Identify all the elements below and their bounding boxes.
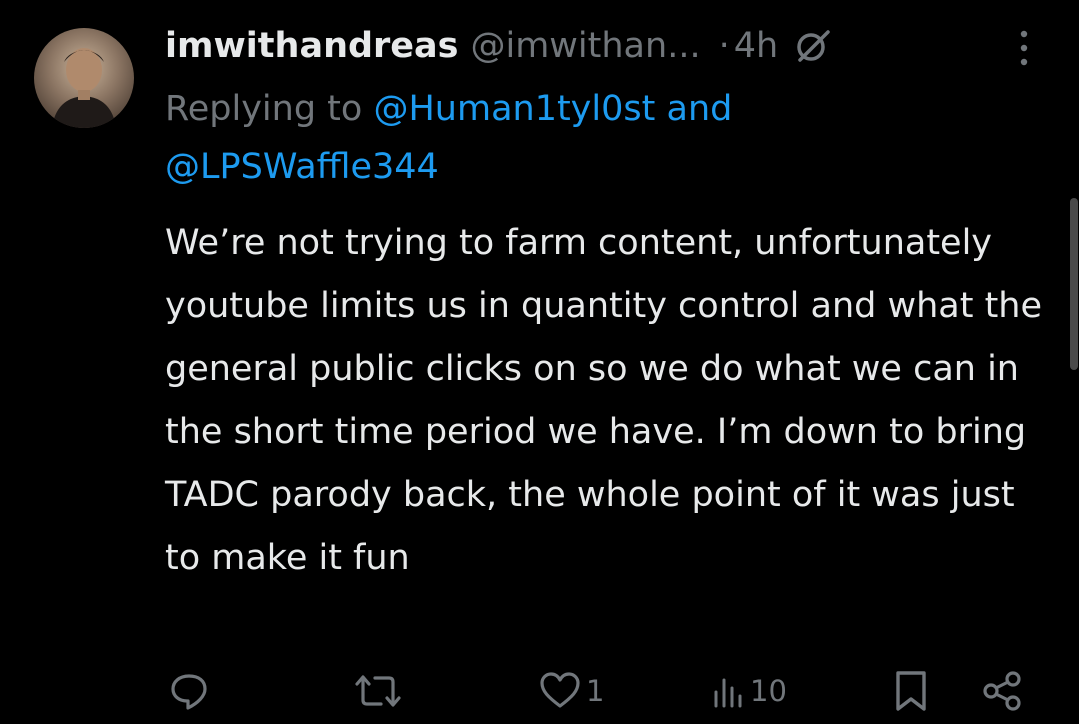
retweet-icon (355, 675, 401, 707)
avatar[interactable] (34, 28, 134, 128)
reply-button[interactable] (168, 668, 214, 714)
bookmark-icon (896, 671, 926, 711)
separator-dot: · (718, 26, 730, 66)
like-count: 1 (586, 674, 605, 708)
timestamp[interactable]: 4h (734, 18, 778, 74)
retweet-button[interactable] (355, 668, 405, 714)
mention-link-2[interactable]: @LPSWaffle344 (165, 147, 439, 187)
grok-icon[interactable] (792, 26, 832, 66)
share-button[interactable] (982, 668, 1024, 714)
scrollbar[interactable] (1070, 198, 1078, 370)
mention-joiner: and (666, 89, 733, 129)
avatar-photo (52, 48, 116, 128)
display-name[interactable]: imwithandreas (165, 18, 458, 74)
user-handle[interactable]: @imwithan... (470, 18, 700, 74)
views-button[interactable]: 10 (712, 668, 787, 714)
mention-link-1[interactable]: @Human1tyl0st (373, 89, 655, 129)
more-vertical-icon[interactable] (1012, 26, 1036, 70)
like-button[interactable]: 1 (538, 668, 604, 714)
tweet-header: imwithandreas @imwithan... · 4h (165, 18, 832, 74)
heart-icon (540, 672, 580, 708)
replying-to-label: Replying to (165, 89, 363, 129)
replying-to-line: Replying to @Human1tyl0st and @LPSWaffle… (165, 80, 1045, 196)
share-icon (983, 671, 1021, 711)
bookmark-button[interactable] (893, 668, 929, 714)
views-icon (714, 678, 742, 708)
tweet-text: We’re not trying to farm content, unfort… (165, 223, 1043, 578)
views-count: 10 (750, 674, 787, 708)
reply-icon (171, 674, 207, 710)
